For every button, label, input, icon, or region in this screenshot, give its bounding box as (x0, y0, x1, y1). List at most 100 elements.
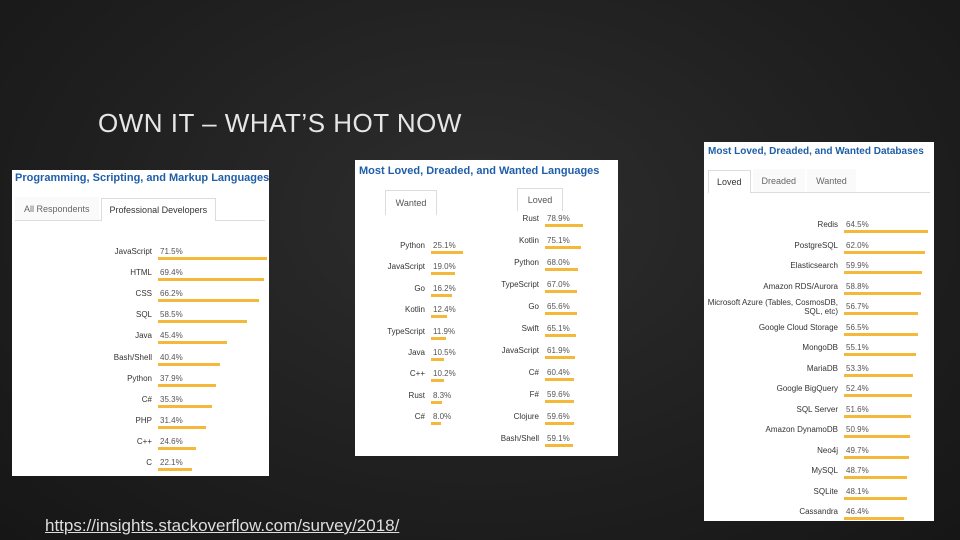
bar-label: JavaScript (114, 247, 152, 256)
bar-fill (158, 383, 216, 387)
databases-panel-title: Most Loved, Dreaded, and Wanted Database… (708, 146, 924, 157)
bar-value: 24.6% (160, 436, 183, 446)
bar-fill (844, 332, 918, 336)
bar-value: 58.8% (846, 281, 869, 291)
bar-row: SQLite 48.1% (706, 484, 928, 505)
bar-row: C# 60.4% (439, 365, 583, 386)
bar-row: Microsoft Azure (Tables, CosmosDB, SQL, … (706, 298, 928, 320)
bar-label: PostgreSQL (794, 240, 838, 250)
bar-value: 58.5% (160, 310, 183, 320)
tab-wanted[interactable]: Wanted (385, 190, 437, 215)
languages-panel: Programming, Scripting, and Markup Langu… (12, 170, 269, 476)
bar-row: TypeScript 67.0% (439, 277, 583, 298)
bar-value: 67.0% (547, 280, 570, 289)
tab-dreaded-db[interactable]: Dreaded (752, 169, 806, 192)
bar-value: 71.5% (160, 247, 183, 256)
bar-value: 56.7% (846, 302, 869, 311)
bar-row: Bash/Shell 40.4% (42, 350, 267, 371)
slide-title: OWN IT – WHAT’S HOT NOW (98, 108, 462, 138)
bar-value: 40.4% (160, 352, 183, 362)
bar-row: PHP 31.4% (42, 413, 267, 434)
bar-value: 61.9% (547, 346, 570, 355)
bar-label: Swift (521, 324, 539, 333)
bar-value: 56.5% (846, 322, 869, 332)
bar-label: Go (414, 283, 425, 293)
bar-value: 78.9% (547, 214, 570, 223)
bar-value: 65.1% (547, 324, 570, 333)
bar-value: 53.3% (846, 363, 869, 373)
bar-value: 65.6% (547, 302, 570, 311)
bar-value: 68.0% (547, 258, 570, 267)
bar-label: MongoDB (802, 343, 838, 352)
bar-fill (158, 362, 220, 366)
bar-label: Neo4j (817, 445, 838, 455)
bar-label: C++ (409, 369, 425, 379)
tab-wanted-db[interactable]: Wanted (807, 169, 856, 192)
bar-label: SQLite (813, 486, 838, 496)
bar-label: Microsoft Azure (Tables, CosmosDB, SQL, … (707, 298, 838, 316)
bar-label: Google Cloud Storage (758, 322, 838, 332)
bar-value: 59.6% (547, 412, 570, 421)
bar-label: C# (414, 412, 425, 422)
bar-row: JavaScript 71.5% (42, 244, 267, 265)
bar-row: C++ 24.6% (42, 434, 267, 455)
bar-fill (545, 312, 577, 315)
bar-fill (158, 257, 267, 260)
bar-fill (844, 291, 921, 295)
bar-fill (844, 312, 918, 315)
bar-label: PHP (135, 415, 152, 425)
bar-row: HTML 69.4% (42, 265, 267, 286)
bar-value: 69.4% (160, 268, 183, 278)
bar-label: HTML (130, 268, 152, 278)
bar-fill (545, 422, 574, 425)
tab-loved-label: Loved (527, 195, 553, 205)
bar-value: 37.9% (160, 373, 183, 383)
bar-value: 35.3% (160, 394, 183, 404)
loved-languages-panel-title: Most Loved, Dreaded, and Wanted Language… (359, 165, 600, 177)
bar-value: 64.5% (846, 220, 869, 229)
bar-fill (158, 320, 247, 324)
bar-value: 60.4% (547, 368, 570, 377)
bar-value: 22.1% (160, 458, 183, 467)
bar-label: Java (135, 331, 152, 341)
tab-loved-db[interactable]: Loved (708, 170, 751, 193)
bar-row: C 22.1% (42, 455, 267, 476)
bar-row: Google BigQuery 52.4% (706, 381, 928, 402)
bar-label: Bash/Shell (113, 352, 152, 362)
bar-row: F# 59.6% (439, 387, 583, 408)
bar-row: MySQL 48.7% (706, 463, 928, 484)
bar-label: JavaScript (501, 346, 539, 355)
bar-label: SQL Server (796, 404, 839, 414)
bar-row: Redis 64.5% (706, 217, 928, 238)
bar-fill (158, 278, 264, 282)
bar-value: 59.6% (547, 390, 570, 399)
bar-fill (545, 356, 575, 359)
bar-fill (158, 341, 227, 345)
bar-label: MySQL (811, 466, 838, 475)
bar-fill (844, 373, 913, 377)
bar-fill (158, 425, 206, 429)
bar-value: 46.4% (846, 507, 869, 516)
languages-panel-title: Programming, Scripting, and Markup Langu… (15, 172, 269, 184)
bar-fill (545, 246, 581, 249)
bar-label: Google BigQuery (776, 384, 838, 393)
languages-tabs: All Respondents Professional Developers (15, 197, 265, 221)
bar-fill (844, 353, 916, 356)
bar-fill (158, 404, 212, 408)
bar-value: 49.7% (846, 445, 869, 455)
bar-label: TypeScript (501, 280, 539, 289)
source-link[interactable]: https://insights.stackoverflow.com/surve… (45, 516, 399, 536)
tab-loved[interactable]: Loved (517, 188, 563, 211)
bar-row: SQL 58.5% (42, 307, 267, 328)
bar-row: Elasticsearch 59.9% (706, 258, 928, 279)
bar-label: Bash/Shell (500, 434, 539, 443)
bar-label: SQL (135, 310, 152, 320)
bar-value: 62.0% (846, 240, 869, 250)
bar-label: Rust (408, 390, 425, 400)
tab-all-respondents[interactable]: All Respondents (15, 197, 99, 220)
bar-fill (545, 400, 574, 403)
bar-value: 50.9% (846, 425, 869, 434)
bar-fill (844, 230, 928, 233)
bar-label: Redis (817, 220, 838, 229)
tab-professional-developers[interactable]: Professional Developers (100, 198, 217, 221)
